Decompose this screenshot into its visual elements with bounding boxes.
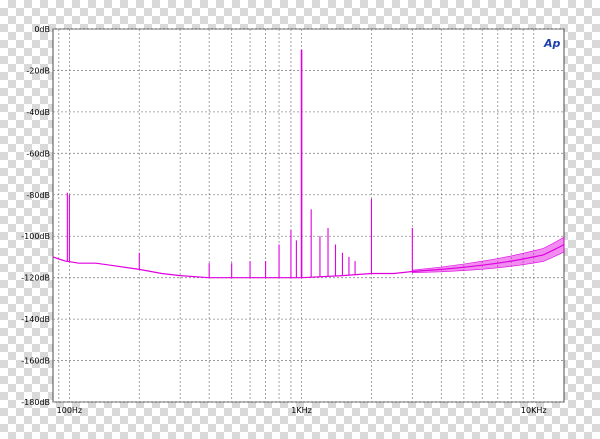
y-axis-ticks: 0dB -20dB -40dB -60dB -80dB -100dB -120dB -140d… — [21, 25, 50, 407]
plot-area — [52, 28, 565, 403]
x-tick-label: 100Hz — [57, 406, 82, 415]
y-tick-label: -120dB — [21, 274, 50, 283]
x-tick-label: 10KHz — [521, 406, 547, 415]
ap-logo-badge: Ap — [543, 37, 561, 50]
x-tick-label: 1KHz — [291, 406, 312, 415]
y-tick-label: -40dB — [26, 108, 50, 117]
y-tick-label: -20dB — [26, 66, 50, 75]
y-tick-label: -180dB — [21, 398, 50, 407]
spectrum-chart: 0dB -20dB -40dB -60dB -80dB -100dB -120dB -140d… — [21, 25, 565, 415]
x-axis-ticks: 100Hz 1KHz 10KHz — [57, 406, 547, 415]
y-tick-label: -140dB — [21, 315, 50, 324]
y-tick-label: 0dB — [34, 25, 50, 34]
y-tick-label: -160dB — [21, 357, 50, 366]
y-tick-label: -100dB — [21, 232, 50, 241]
y-tick-label: -60dB — [26, 149, 50, 158]
y-tick-label: -80dB — [26, 191, 50, 200]
